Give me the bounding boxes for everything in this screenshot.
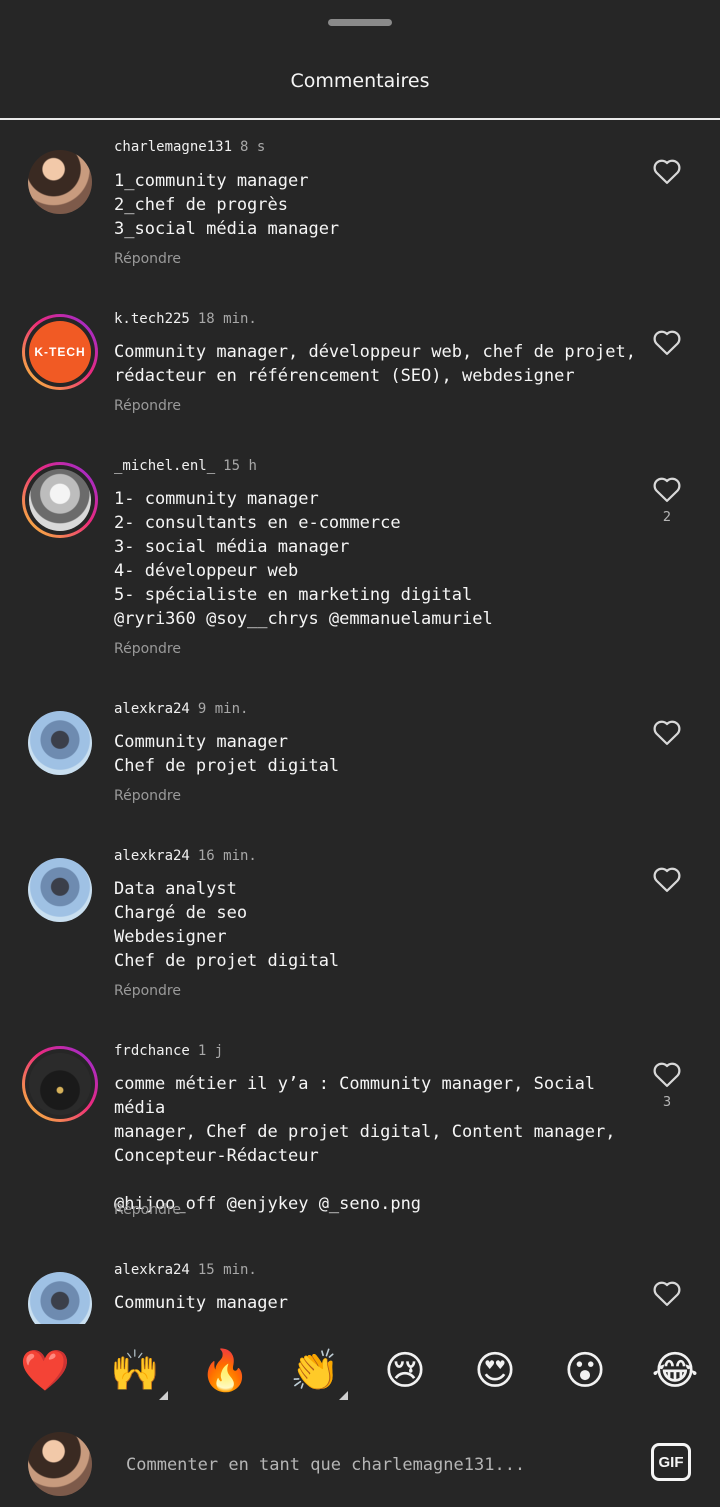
comment-username[interactable]: alexkra24 — [114, 701, 190, 717]
surprised-face-emoji-button[interactable]: 😮 — [560, 1346, 610, 1396]
avatar-with-story-ring[interactable] — [22, 462, 98, 538]
comment-time: 15 h — [223, 458, 257, 474]
tears-of-joy-emoji-button[interactable]: 😂 — [650, 1346, 700, 1396]
comment-input[interactable] — [126, 1450, 626, 1480]
clapping-hands-emoji-button[interactable]: 👏 — [290, 1346, 348, 1400]
comment-meta: _michel.enl_ 15 h — [114, 458, 257, 474]
heart-outline-icon[interactable] — [652, 157, 682, 185]
comment-time: 1 j — [197, 1043, 224, 1059]
comment-time: 18 min. — [197, 311, 257, 327]
heart-outline-icon[interactable] — [652, 1060, 682, 1088]
skin-tone-indicator-icon — [339, 1391, 348, 1400]
comment-username[interactable]: alexkra24 — [114, 1262, 190, 1278]
avatar[interactable] — [28, 711, 92, 775]
comment-time: 16 min. — [197, 848, 257, 864]
comment-meta: alexkra24 16 min. — [114, 848, 257, 864]
fire-emoji-button[interactable]: 🔥 — [200, 1346, 250, 1396]
comment-meta: alexkra24 15 min. — [114, 1262, 257, 1278]
reply-button[interactable]: Répondre — [114, 983, 181, 999]
skin-tone-indicator-icon — [159, 1391, 168, 1400]
comment-text: 1- community manager 2- consultants en e… — [114, 489, 493, 629]
heart-outline-icon[interactable] — [652, 328, 682, 356]
comment-meta: charlemagne131 8 s — [114, 139, 265, 155]
comment-text: 1_community manager 2_chef de progrès 3_… — [114, 171, 340, 239]
avatar-photo: K-TECH — [29, 321, 91, 383]
avatar-with-story-ring[interactable]: K-TECH — [22, 314, 98, 390]
avatar-photo — [28, 1432, 92, 1496]
comment-text: comme métier il y’a : Community manager,… — [114, 1074, 616, 1214]
avatar-photo — [28, 1272, 92, 1324]
reply-button[interactable]: Répondre — [114, 1202, 181, 1218]
sheet-title: Commentaires — [290, 70, 430, 92]
avatar-photo — [29, 469, 91, 531]
comments-list[interactable]: charlemagne131 8 s 1_community manager 2_… — [0, 120, 720, 1324]
reply-button[interactable]: Répondre — [114, 788, 181, 804]
comment-composer: GIF — [0, 1420, 720, 1507]
heart-outline-icon[interactable] — [652, 1279, 682, 1307]
clapping-hands-emoji: 👏 — [290, 1348, 340, 1394]
own-avatar[interactable] — [28, 1432, 92, 1496]
avatar-photo — [28, 150, 92, 214]
comment-text: Data analyst Chargé de seo Webdesigner C… — [114, 879, 340, 971]
avatar-photo — [28, 858, 92, 922]
avatar[interactable] — [28, 858, 92, 922]
raising-hands-emoji: 🙌 — [110, 1348, 160, 1394]
avatar-photo — [28, 711, 92, 775]
comment-time: 8 s — [240, 139, 266, 155]
avatar[interactable] — [28, 150, 92, 214]
comment-username[interactable]: charlemagne131 — [114, 139, 232, 155]
avatar[interactable] — [28, 1272, 92, 1324]
avatar-logo-text: K-TECH — [34, 345, 86, 359]
comment-username[interactable]: frdchance — [114, 1043, 190, 1059]
like-count: 2 — [662, 510, 672, 525]
raising-hands-emoji-button[interactable]: 🙌 — [110, 1346, 168, 1400]
reply-button[interactable]: Répondre — [114, 641, 181, 657]
comment-text: Community manager — [114, 1293, 288, 1313]
avatar-with-story-ring[interactable] — [22, 1046, 98, 1122]
comment-meta: k.tech225 18 min. — [114, 311, 257, 327]
comment-meta: frdchance 1 j — [114, 1043, 223, 1059]
avatar-photo — [29, 1053, 91, 1115]
like-count: 3 — [662, 1095, 672, 1110]
comment-time: 15 min. — [197, 1262, 257, 1278]
comment-text: Community manager Chef de projet digital — [114, 732, 340, 776]
crying-face-emoji-button[interactable]: 😢 — [380, 1346, 430, 1396]
comment-text: Community manager, développeur web, chef… — [114, 342, 636, 386]
comment-username[interactable]: _michel.enl_ — [114, 458, 215, 474]
heart-outline-icon[interactable] — [652, 865, 682, 893]
heart-outline-icon[interactable] — [652, 718, 682, 746]
sheet-grabber[interactable] — [328, 19, 392, 26]
comment-username[interactable]: alexkra24 — [114, 848, 190, 864]
quick-reactions-bar: ❤️ 🙌 🔥 👏 😢 😍 😮 😂 — [0, 1324, 720, 1420]
gif-icon[interactable]: GIF — [651, 1443, 691, 1481]
reply-button[interactable]: Répondre — [114, 251, 181, 267]
reply-button[interactable]: Répondre — [114, 398, 181, 414]
comment-time: 9 min. — [197, 701, 249, 717]
heart-eyes-emoji-button[interactable]: 😍 — [470, 1346, 520, 1396]
heart-outline-icon[interactable] — [652, 475, 682, 503]
comment-username[interactable]: k.tech225 — [114, 311, 190, 327]
comments-sheet: Commentaires charlemagne131 8 s 1_communi… — [0, 0, 720, 1507]
red-heart-emoji-button[interactable]: ❤️ — [20, 1346, 70, 1396]
comment-meta: alexkra24 9 min. — [114, 701, 248, 717]
